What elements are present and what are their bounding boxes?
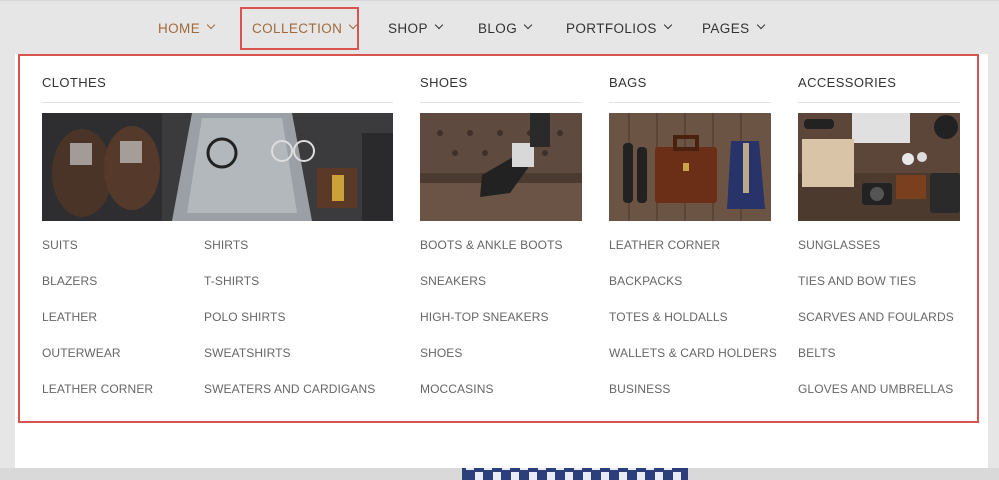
clothes-link-t-shirts[interactable]: T-SHIRTS [204, 274, 259, 288]
nav-home-label: HOME [158, 20, 201, 36]
clothes-link-leather[interactable]: LEATHER [42, 310, 97, 324]
chevron-down-icon [756, 20, 765, 30]
shoes-link-moccasins[interactable]: MOCCASINS [420, 382, 494, 396]
chevron-down-icon [434, 20, 444, 30]
clothes-link-sweaters-cardigans[interactable]: SWEATERS AND CARDIGANS [204, 382, 375, 396]
nav-pages-label: PAGES [702, 20, 750, 36]
clothes-link-polo-shirts[interactable]: POLO SHIRTS [204, 310, 286, 324]
bags-divider [609, 102, 771, 103]
clothes-link-sweatshirts[interactable]: SWEATSHIRTS [204, 346, 291, 360]
chevron-down-icon [206, 20, 216, 30]
nav-blog-label: BLOG [478, 20, 518, 36]
shoes-heading: SHOES [420, 75, 468, 90]
shoes-link-shoes[interactable]: SHOES [420, 346, 463, 360]
bags-image[interactable] [609, 113, 771, 221]
clothes-image[interactable] [42, 113, 393, 221]
bags-link-leather-corner[interactable]: LEATHER CORNER [609, 238, 720, 252]
main-navbar: HOME COLLECTION SHOP BLOG PORTFOLIOS PAG… [0, 0, 999, 54]
chevron-down-icon [523, 20, 533, 30]
nav-blog[interactable]: BLOG [478, 1, 533, 55]
clothes-link-shirts[interactable]: SHIRTS [204, 238, 248, 252]
clothes-link-leather-corner[interactable]: LEATHER CORNER [42, 382, 153, 396]
clothes-heading: CLOTHES [42, 75, 107, 90]
shoes-link-sneakers[interactable]: SNEAKERS [420, 274, 486, 288]
bags-link-backpacks[interactable]: BACKPACKS [609, 274, 682, 288]
accessories-heading: ACCESSORIES [798, 75, 897, 90]
nav-shop[interactable]: SHOP [388, 1, 444, 55]
shoes-link-boots[interactable]: BOOTS & ANKLE BOOTS [420, 238, 563, 252]
nav-portfolios-label: PORTFOLIOS [566, 20, 657, 36]
shoes-link-high-top[interactable]: HIGH-TOP SNEAKERS [420, 310, 549, 324]
nav-pages[interactable]: PAGES [702, 1, 765, 55]
nav-home[interactable]: HOME [158, 1, 216, 55]
accessories-divider [798, 102, 960, 103]
clothes-divider [42, 102, 393, 103]
shoes-image[interactable] [420, 113, 582, 221]
accessories-image[interactable] [798, 113, 960, 221]
clothes-link-suits[interactable]: SUITS [42, 238, 78, 252]
accessories-link-ties[interactable]: TIES AND BOW TIES [798, 274, 916, 288]
collection-highlight-outline [240, 7, 359, 50]
accessories-link-sunglasses[interactable]: SUNGLASSES [798, 238, 880, 252]
bags-heading: BAGS [609, 75, 647, 90]
nav-shop-label: SHOP [388, 20, 428, 36]
accessories-link-gloves[interactable]: GLOVES AND UMBRELLAS [798, 382, 953, 396]
accessories-link-scarves[interactable]: SCARVES AND FOULARDS [798, 310, 954, 324]
bags-link-wallets[interactable]: WALLETS & CARD HOLDERS [609, 346, 777, 360]
chevron-down-icon [663, 20, 673, 30]
accessories-link-belts[interactable]: BELTS [798, 346, 836, 360]
clothes-link-blazers[interactable]: BLAZERS [42, 274, 97, 288]
bags-link-business[interactable]: BUSINESS [609, 382, 671, 396]
clothes-link-outerwear[interactable]: OUTERWEAR [42, 346, 121, 360]
shoes-divider [420, 102, 582, 103]
nav-portfolios[interactable]: PORTFOLIOS [566, 1, 673, 55]
bags-link-totes[interactable]: TOTES & HOLDALLS [609, 310, 728, 324]
